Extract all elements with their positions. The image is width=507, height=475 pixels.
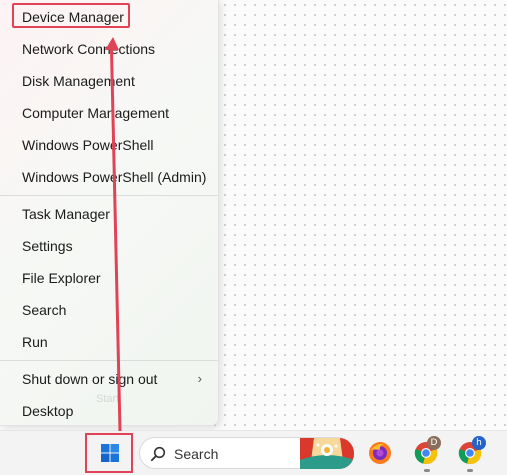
menu-item-disk-management[interactable]: Disk Management — [0, 65, 218, 97]
running-indicator — [424, 469, 430, 472]
chevron-right-icon: › — [197, 371, 202, 386]
context-menu: Device Manager Network Connections Disk … — [0, 0, 219, 426]
menu-item-label: Windows PowerShell — [22, 137, 154, 153]
menu-item-label: Desktop — [22, 403, 74, 419]
menu-item-label: Search — [22, 302, 67, 318]
chrome-profile-badge: D — [427, 436, 441, 450]
menu-item-computer-management[interactable]: Computer Management — [0, 97, 218, 129]
highlight-box-device-manager — [12, 3, 130, 28]
search-icon — [150, 446, 166, 462]
menu-item-label: File Explorer — [22, 270, 101, 286]
menu-item-shut-down[interactable]: Shut down or sign out › — [0, 363, 218, 395]
menu-item-label: Run — [22, 334, 48, 350]
chrome-profile-badge: h — [472, 436, 486, 450]
firefox-icon[interactable] — [368, 441, 392, 465]
highlight-box-start — [85, 433, 133, 473]
menu-item-network-connections[interactable]: Network Connections — [0, 33, 218, 65]
menu-item-task-manager[interactable]: Task Manager — [0, 198, 218, 230]
running-indicator — [467, 469, 473, 472]
menu-item-label: Disk Management — [22, 73, 135, 89]
menu-item-windows-powershell[interactable]: Windows PowerShell — [0, 129, 218, 161]
menu-item-file-explorer[interactable]: File Explorer — [0, 262, 218, 294]
menu-item-settings[interactable]: Settings — [0, 230, 218, 262]
menu-divider — [0, 360, 218, 361]
menu-item-label: Settings — [22, 238, 73, 254]
menu-item-label: Network Connections — [22, 41, 156, 57]
menu-item-label: Windows PowerShell (Admin) — [22, 169, 207, 185]
menu-item-windows-powershell-admin[interactable]: Windows PowerShell (Admin) — [0, 161, 218, 193]
start-tooltip-ghost: Start — [96, 393, 120, 405]
menu-item-label: Shut down or sign out — [22, 371, 158, 387]
menu-divider — [0, 195, 218, 196]
menu-item-run[interactable]: Run — [0, 326, 218, 358]
menu-item-label: Task Manager — [22, 206, 110, 222]
search-highlight-illustration — [300, 438, 354, 469]
menu-item-search[interactable]: Search — [0, 294, 218, 326]
search-label: Search — [174, 446, 219, 462]
menu-item-label: Computer Management — [22, 105, 170, 121]
